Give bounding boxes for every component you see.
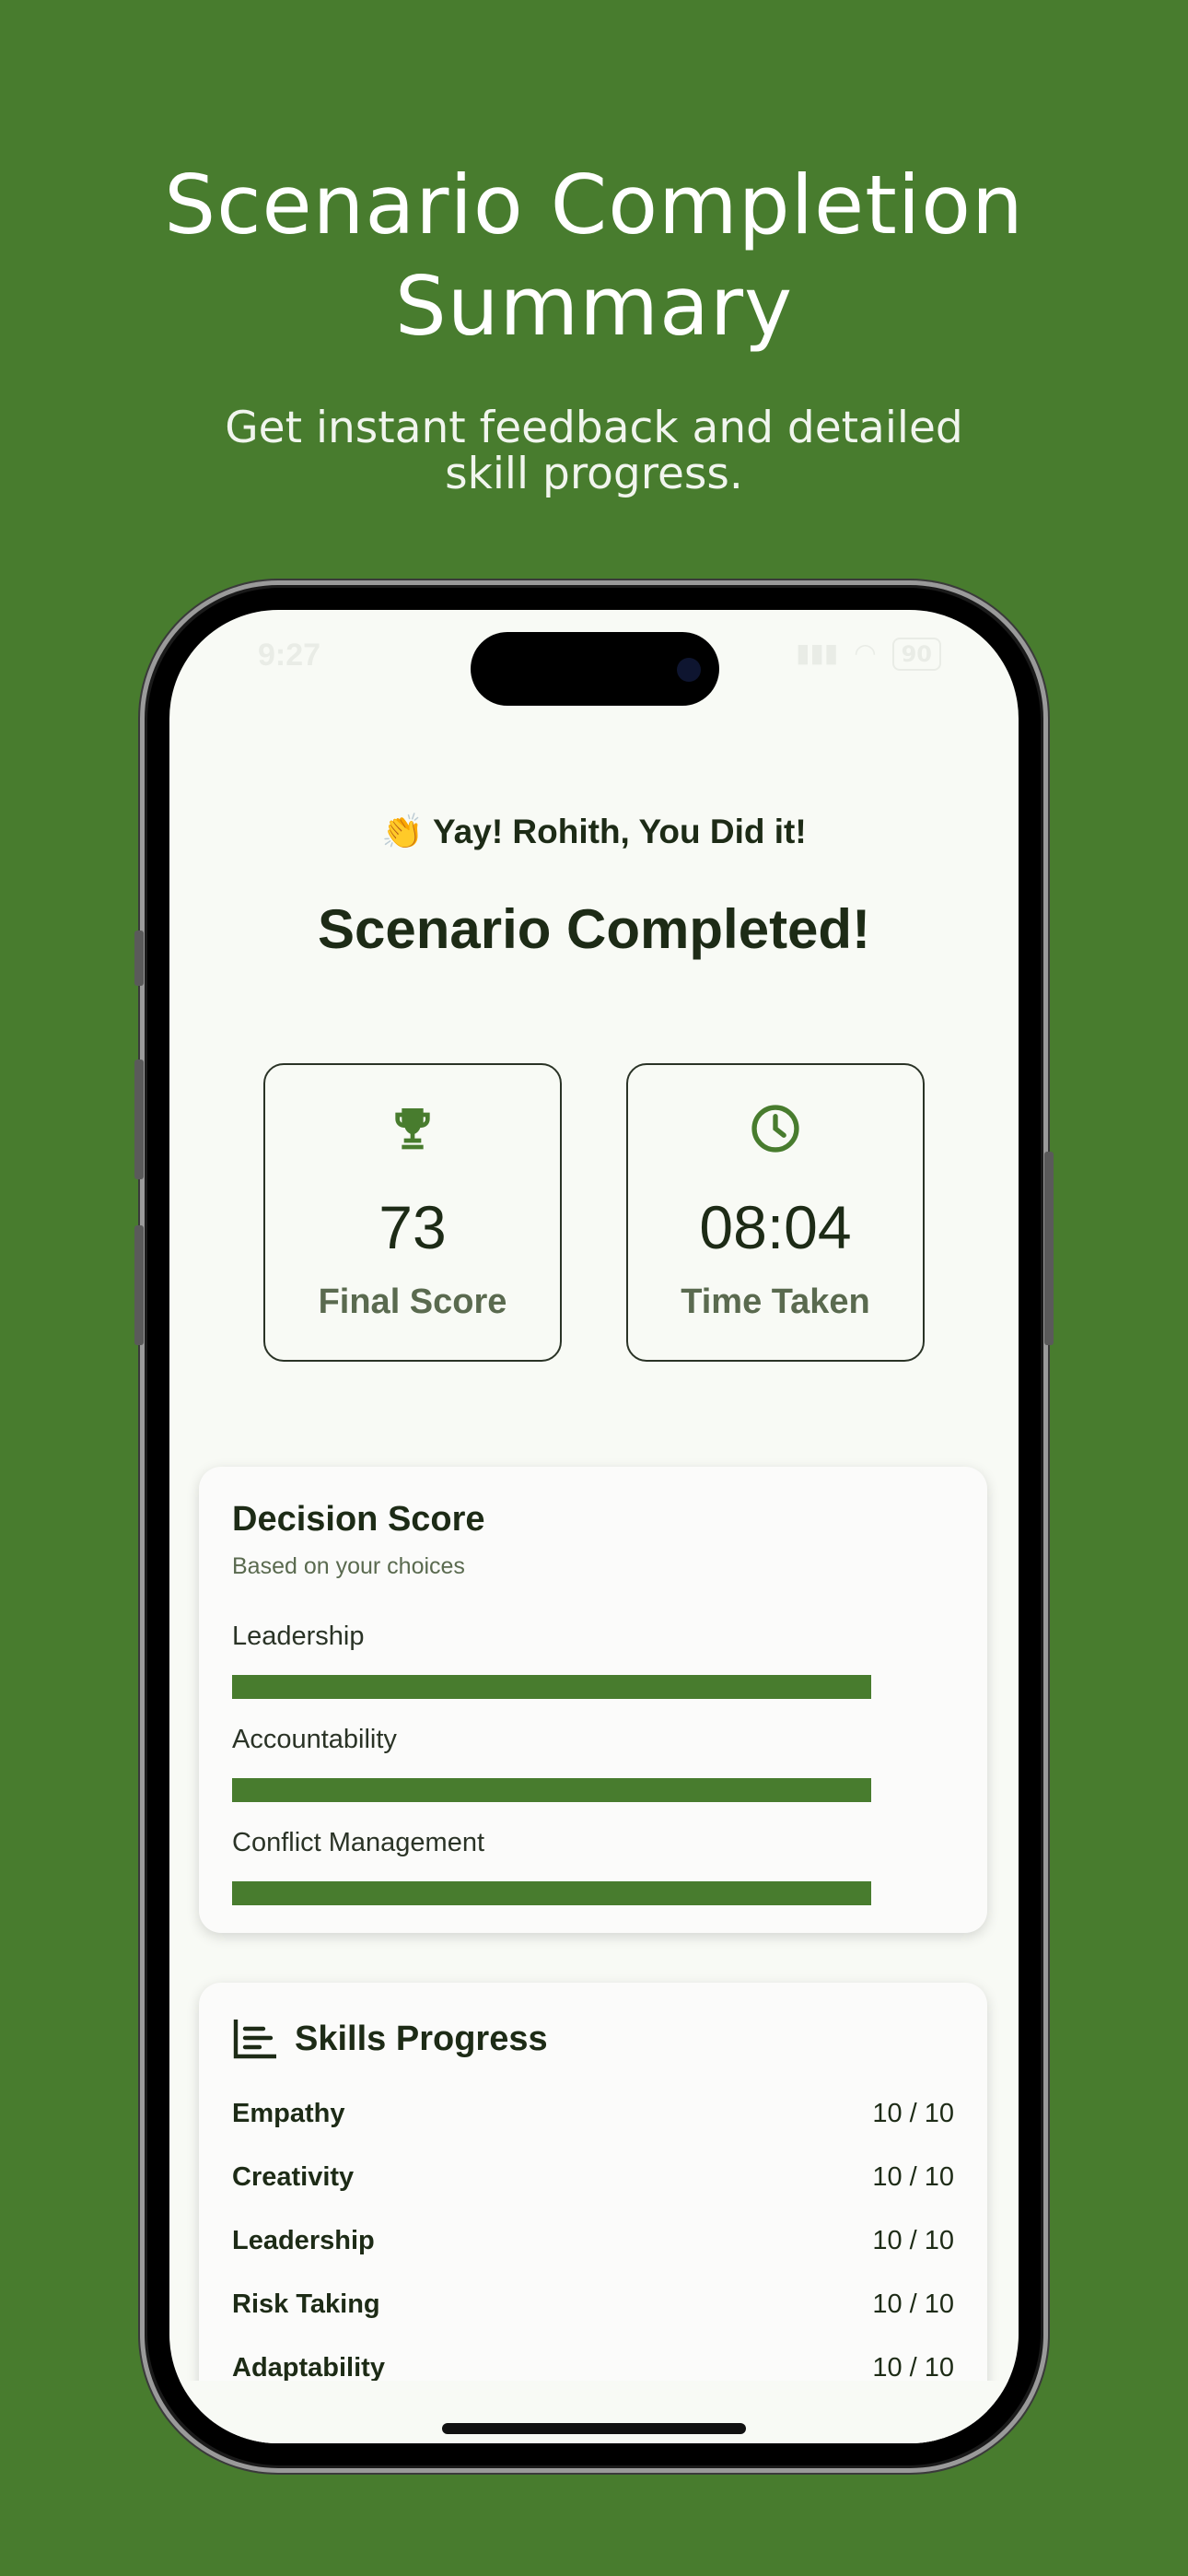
status-time: 9:27 <box>258 638 321 673</box>
clock-icon <box>628 1102 923 1159</box>
skill-score: 10 / 10 <box>872 2162 954 2192</box>
final-score-value: 73 <box>379 1193 447 1261</box>
decision-bar-track <box>232 1778 871 1802</box>
final-score-label: Final Score <box>318 1282 507 1321</box>
time-taken-value: 08:04 <box>699 1193 852 1261</box>
app-screen: 9:27 ▮▮▮ ◠ 90 👏 Yay! Rohith, You Did it!… <box>169 610 1019 2443</box>
time-taken-card: 08:04 Time Taken <box>626 1063 925 1362</box>
skill-name: Risk Taking <box>232 2289 380 2319</box>
skill-row: Empathy 10 / 10 <box>232 2099 954 2136</box>
greeting-text: 👏 Yay! Rohith, You Did it! <box>169 813 1019 852</box>
promo-title-line-2: Summary <box>394 259 794 354</box>
skill-score: 10 / 10 <box>872 2289 954 2319</box>
promo-subtitle-line-2: skill progress. <box>445 449 743 499</box>
decision-score-card: Decision Score Based on your choices Lea… <box>199 1467 987 1933</box>
skill-row: Creativity 10 / 10 <box>232 2162 954 2199</box>
decision-bar-track <box>232 1675 871 1699</box>
completion-title: Scenario Completed! <box>317 898 871 960</box>
phone-action-button <box>134 931 144 986</box>
promo-headline: Scenario Completion Summary <box>0 155 1188 357</box>
time-taken-label: Time Taken <box>681 1282 870 1321</box>
camera-icon <box>677 658 701 682</box>
skill-score: 10 / 10 <box>872 2226 954 2255</box>
final-score-card: 73 Final Score <box>263 1063 562 1362</box>
decision-score-title: Decision Score <box>232 1500 485 1539</box>
skill-row: Risk Taking 10 / 10 <box>232 2289 954 2326</box>
promo-subtitle: Get instant feedback and detailed skill … <box>138 405 1050 498</box>
skills-progress-title: Skills Progress <box>295 2020 548 2058</box>
home-indicator[interactable] <box>442 2423 746 2434</box>
decision-bar-fill <box>232 1675 871 1699</box>
clap-icon: 👏 <box>381 813 425 850</box>
decision-bar-fill <box>232 1881 871 1905</box>
wifi-icon: ◠ <box>854 638 877 668</box>
phone-volume-down-button <box>134 1225 144 1345</box>
phone-power-button <box>1044 1152 1054 1345</box>
skill-name: Leadership <box>232 2226 375 2255</box>
decision-bar-label: Conflict Management <box>232 1828 485 1857</box>
phone-volume-up-button <box>134 1060 144 1179</box>
dynamic-island <box>471 632 719 706</box>
decision-bar-track <box>232 1881 871 1905</box>
greeting-label: Yay! Rohith, You Did it! <box>433 813 807 850</box>
skill-name: Empathy <box>232 2099 345 2128</box>
skill-row: Leadership 10 / 10 <box>232 2226 954 2263</box>
skills-progress-card: Skills Progress Empathy 10 / 10 Creativi… <box>199 1983 987 2443</box>
promo-title-line-1: Scenario Completion <box>164 158 1024 252</box>
decision-bar-label: Accountability <box>232 1725 397 1754</box>
decision-bar-label: Leadership <box>232 1622 365 1651</box>
skill-score: 10 / 10 <box>872 2353 954 2383</box>
bar-chart-icon <box>232 2018 278 2064</box>
decision-bar-fill <box>232 1778 871 1802</box>
skill-name: Adaptability <box>232 2353 385 2383</box>
skill-name: Creativity <box>232 2162 355 2192</box>
signal-icon: ▮▮▮ <box>796 638 839 668</box>
status-icons: ▮▮▮ ◠ 90 <box>796 638 941 671</box>
decision-score-subtitle: Based on your choices <box>232 1553 465 1579</box>
skill-score: 10 / 10 <box>872 2099 954 2128</box>
trophy-icon <box>265 1102 560 1157</box>
promo-subtitle-line-1: Get instant feedback and detailed <box>225 403 963 453</box>
battery-icon: 90 <box>891 638 941 671</box>
